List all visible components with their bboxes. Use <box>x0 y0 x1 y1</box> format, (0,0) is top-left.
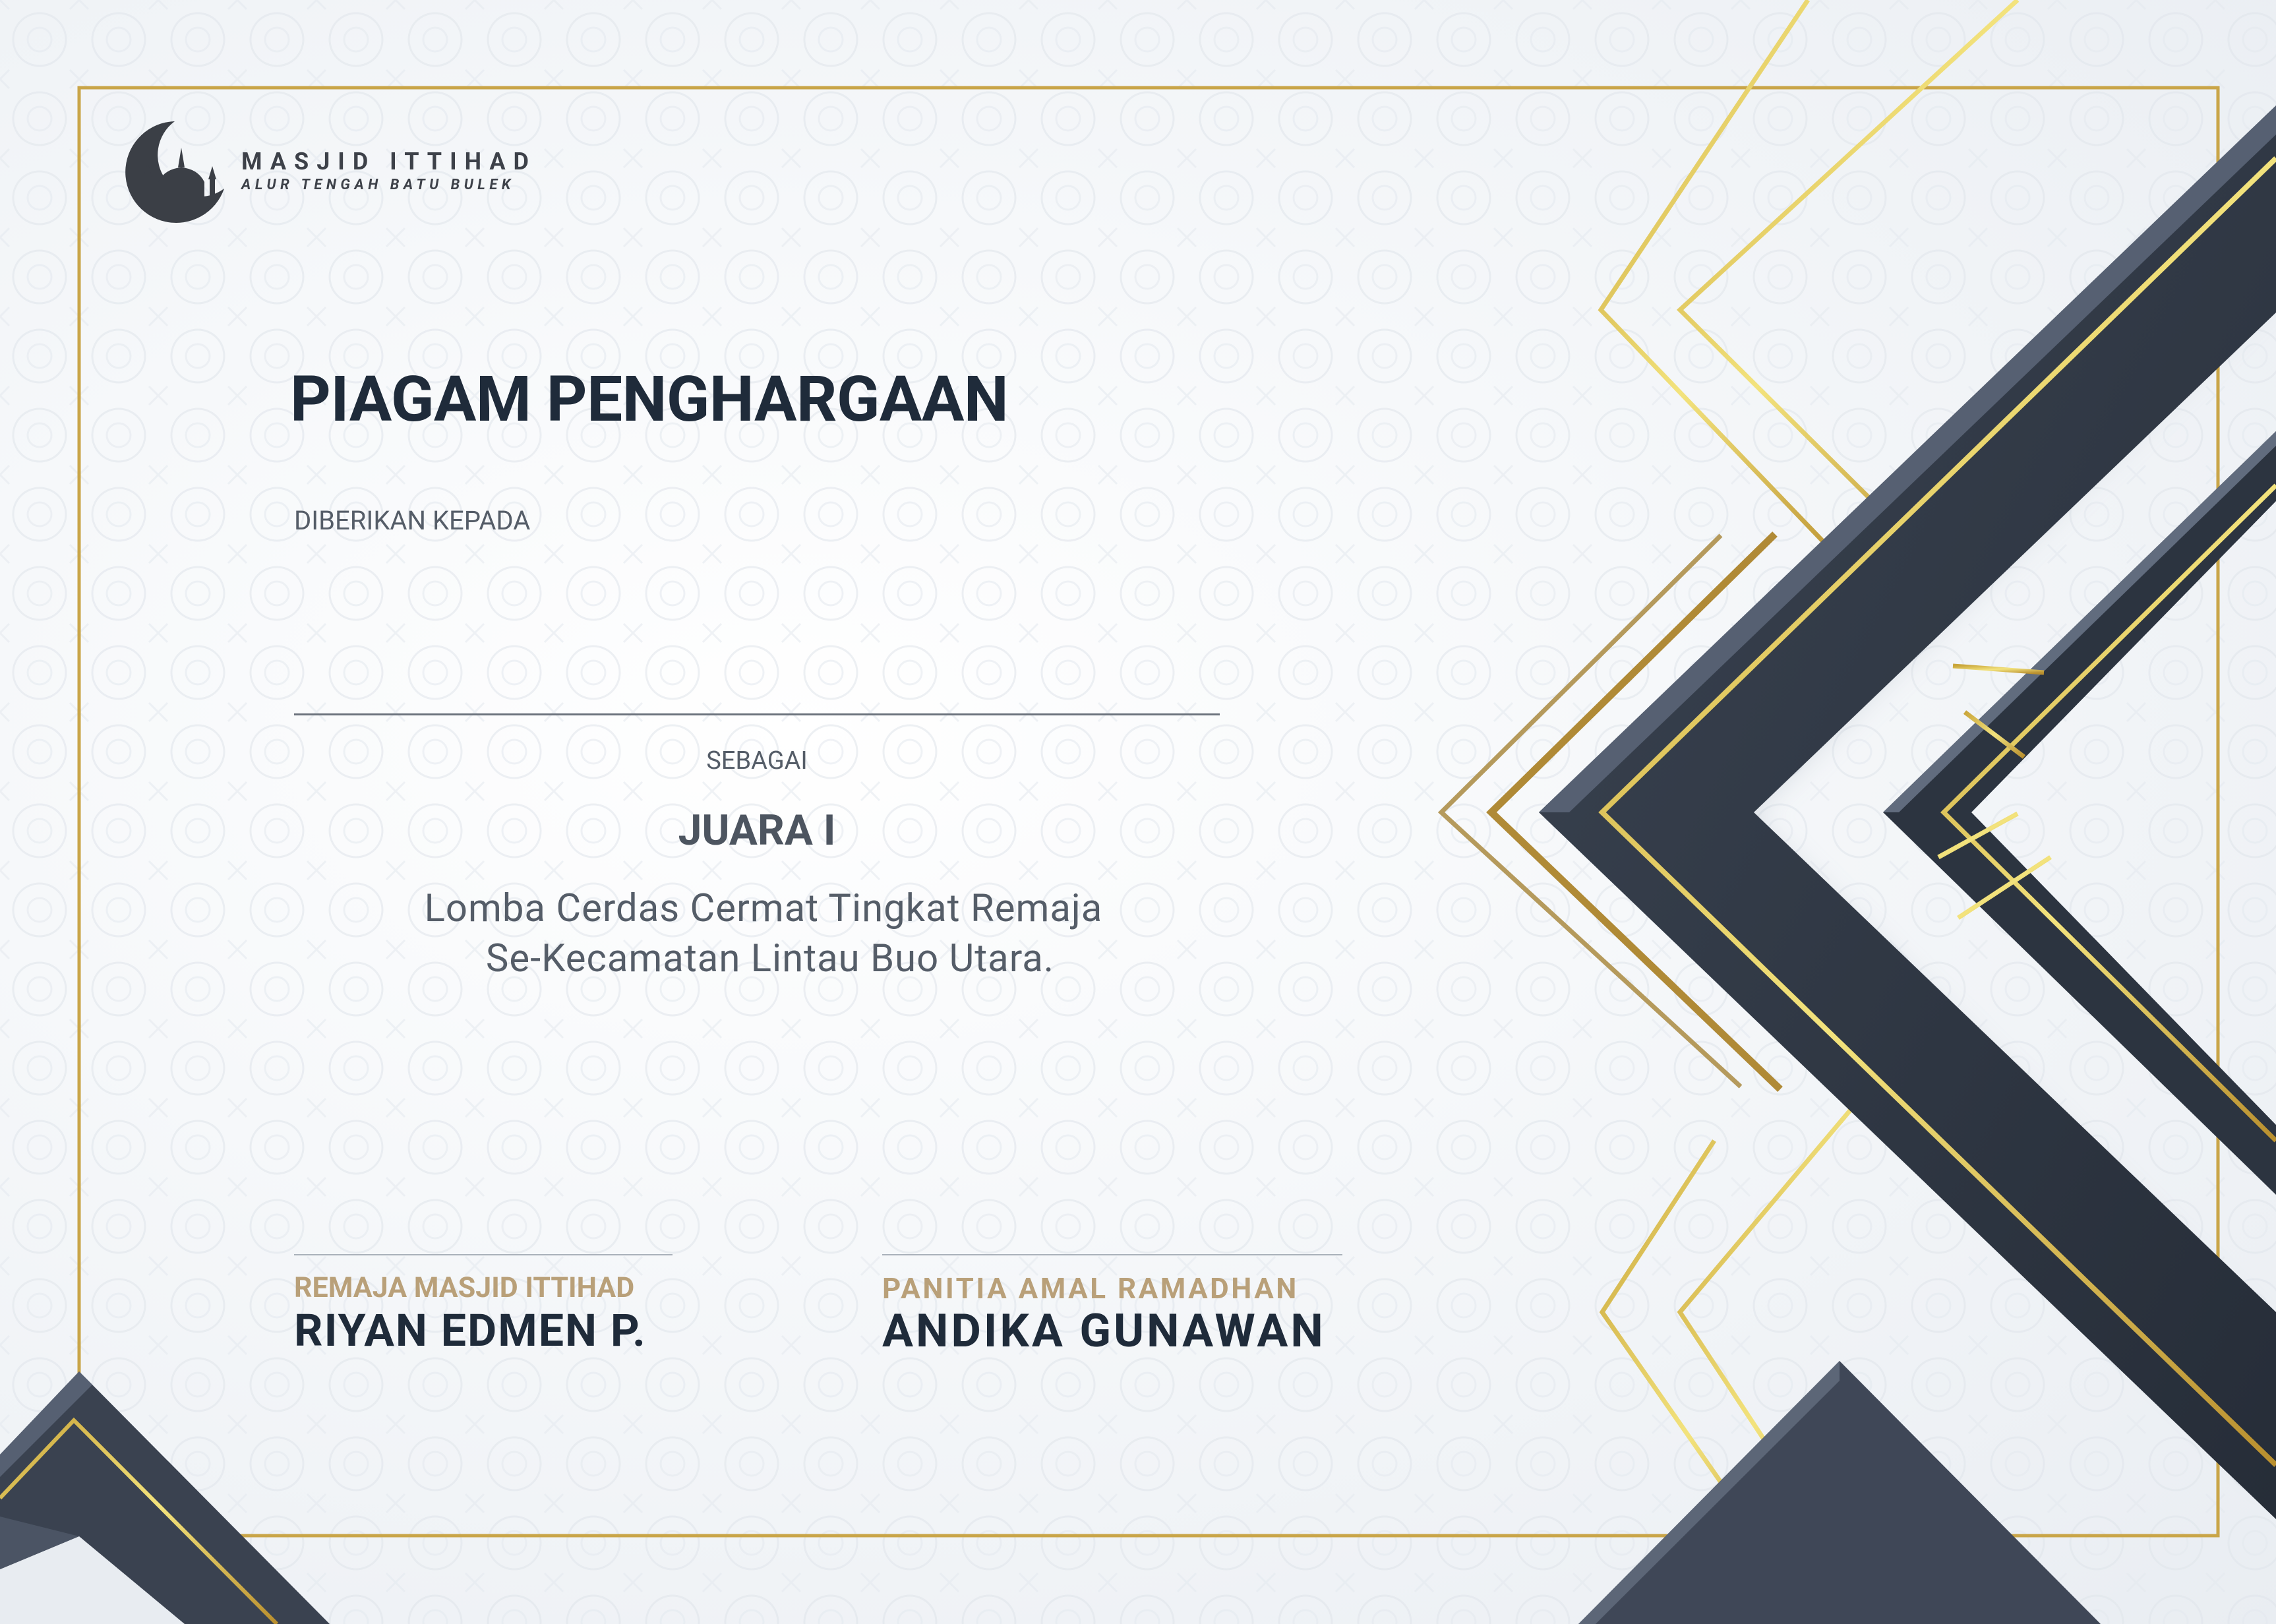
signature-line-1 <box>294 1254 673 1255</box>
signature-role-1: REMAJA MASJID ITTIHAD <box>294 1271 635 1304</box>
signature-name-1: RIYAN EDMEN P. <box>294 1304 647 1357</box>
signature-role-2: PANITIA AMAL RAMADHAN <box>882 1271 1299 1306</box>
rank-title: JUARA I <box>678 806 836 855</box>
description-line-1: Lomba Cerdas Cermat Tingkat Remaja <box>424 886 1103 931</box>
signature-name-2: ANDIKA GUNAWAN <box>882 1304 1326 1358</box>
logo-subtitle: ALUR TENGAH BATU BULEK <box>241 177 515 193</box>
masjid-logo <box>119 116 231 228</box>
signature-line-2 <box>882 1254 1342 1255</box>
as-label: SEBAGAI <box>706 746 808 775</box>
certificate-canvas: MASJID ITTIHAD ALUR TENGAH BATU BULEK PI… <box>0 0 2276 1624</box>
logo-name: MASJID ITTIHAD <box>241 148 537 175</box>
given-to-label: DIBERIKAN KEPADA <box>294 505 531 536</box>
recipient-name-line <box>294 713 1220 715</box>
crescent-mosque-icon <box>125 121 224 223</box>
certificate-title: PIAGAM PENGHARGAAN <box>290 363 1009 436</box>
description-line-2: Se-Kecamatan Lintau Buo Utara. <box>485 936 1055 981</box>
